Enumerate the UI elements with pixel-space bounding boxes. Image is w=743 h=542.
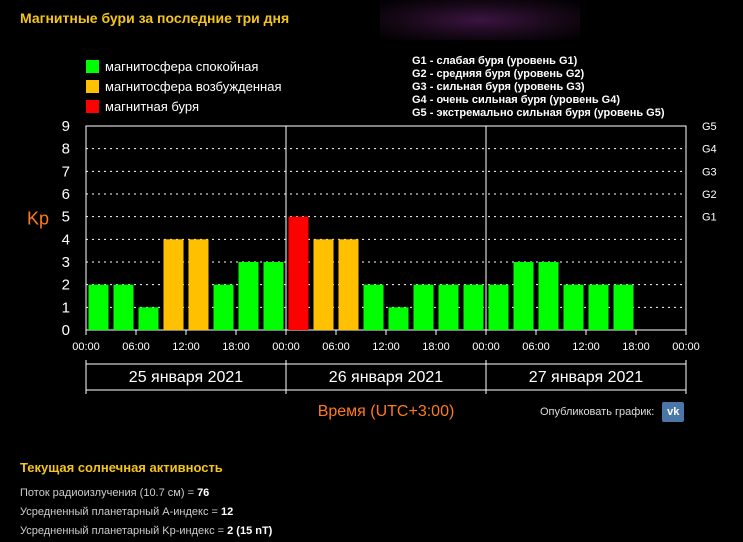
kp-bar [563, 284, 584, 330]
publish-area: Опубликовать график: vk [540, 402, 685, 422]
kp-bar [163, 239, 184, 330]
y-tick-label: 4 [62, 231, 70, 248]
x-tick-label: 12:00 [372, 341, 400, 353]
y-axis-label: Kp [27, 209, 49, 229]
activity-a-index: Усредненный планетарный A-индекс = 12 [20, 506, 233, 518]
x-tick-label: 18:00 [622, 341, 650, 353]
x-tick-label: 12:00 [172, 341, 200, 353]
y-tick-label: 3 [62, 254, 70, 271]
y-tick-label: 2 [62, 277, 70, 294]
g-level-tick-label: G3 [702, 166, 717, 178]
kp-bar [613, 284, 634, 330]
g-level-tick-label: G5 [702, 121, 717, 133]
a-index-value: 12 [221, 506, 234, 518]
x-tick-label: 00:00 [472, 341, 500, 353]
kp-bar [338, 239, 359, 330]
activity-title: Текущая солнечная активность [20, 460, 223, 475]
kp-bar [113, 284, 134, 330]
radio-flux-value: 76 [197, 487, 210, 499]
kp-bar [463, 284, 484, 330]
kp-bar [488, 284, 509, 330]
x-tick-label: 06:00 [322, 341, 350, 353]
kp-bar [288, 216, 309, 330]
kp-bar [388, 307, 409, 330]
kp-bar [313, 239, 334, 330]
kp-index-value: 2 (15 nT) [227, 525, 273, 537]
y-tick-label: 8 [62, 141, 70, 158]
kp-bar [188, 239, 209, 330]
kp-bar [588, 284, 609, 330]
kp-bar [438, 284, 459, 330]
day-label: 25 января 2021 [129, 369, 243, 386]
g-level-tick-label: G1 [702, 212, 717, 224]
y-tick-label: 5 [62, 209, 70, 226]
kp-bar [413, 284, 434, 330]
radio-flux-label: Поток радиоизлучения (10.7 см) = [20, 487, 198, 499]
x-tick-label: 06:00 [122, 341, 150, 353]
publish-label: Опубликовать график: [540, 406, 655, 418]
kp-bar [213, 284, 234, 330]
x-tick-label: 00:00 [672, 341, 700, 353]
kp-bar [363, 284, 384, 330]
y-tick-label: 7 [62, 163, 70, 180]
y-tick-label: 0 [62, 322, 70, 339]
kp-bar [238, 262, 259, 330]
kp-bar [263, 262, 284, 330]
activity-radio-flux: Поток радиоизлучения (10.7 см) = 76 [20, 487, 209, 499]
g-level-tick-label: G4 [702, 144, 717, 156]
y-tick-label: 9 [62, 118, 70, 135]
vk-share-icon[interactable]: vk [662, 402, 685, 422]
kp-chart: 0 1 2 3 4 5 6 7 8 9 G1 G2 G3 G4 G5 Kp 00:00 06:00 12:00 18:… [27, 118, 717, 420]
x-tick-label: 00:00 [272, 341, 300, 353]
day-label: 27 января 2021 [529, 369, 643, 386]
kp-bar [538, 262, 559, 330]
day-label: 26 января 2021 [329, 369, 443, 386]
x-tick-label: 18:00 [222, 341, 250, 353]
x-tick-label: 00:00 [72, 341, 100, 353]
y-tick-label: 1 [62, 299, 70, 316]
a-index-label: Усредненный планетарный A-индекс = [20, 506, 221, 518]
kp-bar [138, 307, 159, 330]
x-tick-label: 18:00 [422, 341, 450, 353]
y-tick-label: 6 [62, 186, 70, 203]
x-tick-label: 12:00 [572, 341, 600, 353]
g-level-tick-label: G2 [702, 189, 717, 201]
kp-bar [513, 262, 534, 330]
kp-bar [88, 284, 109, 330]
kp-index-label: Усредненный планетарный Kp-индекс = [20, 525, 228, 537]
x-tick-label: 06:00 [522, 341, 550, 353]
activity-kp-index: Усредненный планетарный Kp-индекс = 2 (1… [20, 525, 272, 537]
x-axis-label: Время (UTC+3:00) [318, 403, 455, 420]
